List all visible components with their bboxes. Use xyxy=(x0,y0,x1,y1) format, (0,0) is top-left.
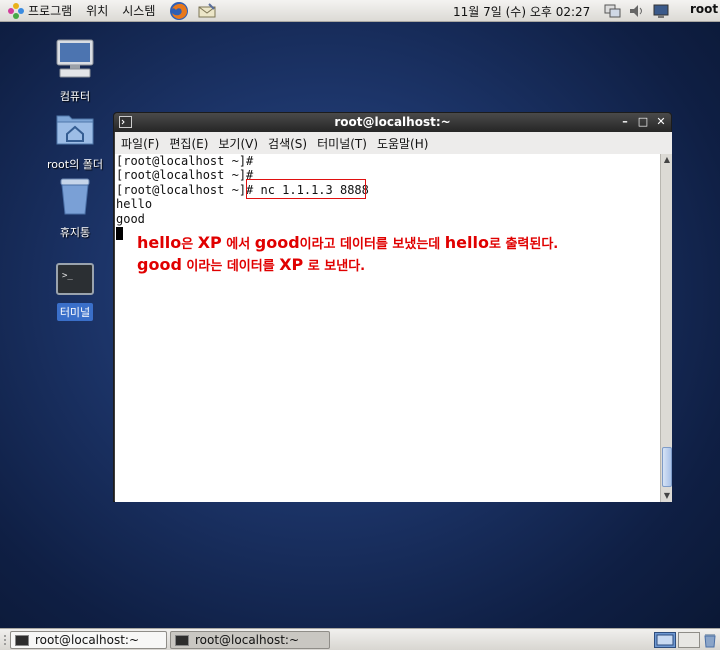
firefox-icon[interactable] xyxy=(169,1,189,21)
terminal-line: [root@localhost ~]# nc 1.1.1.3 8888 xyxy=(116,182,369,197)
annotation-keyword: XP xyxy=(197,233,222,252)
user-name[interactable]: root xyxy=(690,2,718,16)
mail-icon[interactable] xyxy=(197,1,217,21)
annotation-text: 이라는 데이터를 xyxy=(181,259,280,274)
command-highlight-box xyxy=(246,179,366,199)
annotation-text: 이라고 데이터를 보냈는데 xyxy=(299,237,445,252)
terminal-icon xyxy=(15,634,29,646)
menu-applications[interactable]: 프로그램 xyxy=(28,2,72,19)
terminal-line: hello xyxy=(116,197,153,212)
menu-edit[interactable]: 편집(E) xyxy=(169,135,208,152)
gnome-foot-icon[interactable] xyxy=(8,2,24,19)
desktop-label: 터미널 xyxy=(56,303,94,321)
desktop-label: 컴퓨터 xyxy=(59,90,91,103)
menu-file[interactable]: 파일(F) xyxy=(121,135,159,152)
terminal-output[interactable]: [root@localhost ~]# [root@localhost ~]# … xyxy=(115,154,660,502)
annotation-text: 에서 xyxy=(221,237,255,252)
annotation-keyword: XP xyxy=(279,255,304,274)
close-icon[interactable]: ✕ xyxy=(655,116,667,128)
annotation-keyword: hello xyxy=(444,233,489,252)
taskbar-label: root@localhost:~ xyxy=(35,633,140,647)
desktop-icon-terminal[interactable]: >_ 터미널 xyxy=(35,262,115,321)
panel-handle-icon xyxy=(4,635,6,645)
menu-view[interactable]: 보기(V) xyxy=(218,135,258,152)
scroll-down-icon[interactable]: ▼ xyxy=(661,490,673,502)
network-icon[interactable] xyxy=(604,3,622,19)
window-title: root@localhost:~ xyxy=(334,115,451,129)
workspace-2-icon[interactable] xyxy=(678,632,700,648)
volume-icon[interactable] xyxy=(628,3,646,19)
desktop-icon-home[interactable]: root의 폴더 xyxy=(35,108,115,173)
menu-search[interactable]: 검색(S) xyxy=(268,135,307,152)
window-titlebar[interactable]: root@localhost:~ – □ ✕ xyxy=(114,113,671,132)
trash-icon xyxy=(60,178,90,215)
desktop-label: 휴지통 xyxy=(59,226,91,239)
desktop-icon-trash[interactable]: 휴지통 xyxy=(35,176,115,241)
trash-applet-icon[interactable] xyxy=(702,632,718,648)
minimize-icon[interactable]: – xyxy=(619,116,631,128)
terminal-window[interactable]: root@localhost:~ – □ ✕ 파일(F) 편집(E) 보기(V)… xyxy=(113,112,672,502)
desktop-label: root의 폴더 xyxy=(47,158,103,171)
annotation-text: 로 보낸다. xyxy=(303,259,366,274)
display-icon[interactable] xyxy=(652,3,670,19)
taskbar-item[interactable]: root@localhost:~ xyxy=(10,631,167,649)
workspace-1-icon[interactable] xyxy=(654,632,676,648)
svg-text:>_: >_ xyxy=(62,271,73,281)
bottom-panel: root@localhost:~ root@localhost:~ xyxy=(0,628,720,650)
annotation-text: 은 xyxy=(181,237,198,252)
annotation-keyword: good xyxy=(137,255,182,274)
desktop-icon-computer[interactable]: 컴퓨터 xyxy=(35,38,115,105)
annotation-line-1: hello은 XP 에서 good이라고 데이터를 보냈는데 hello로 출력… xyxy=(137,233,558,252)
terminal-icon xyxy=(175,634,189,646)
scroll-thumb[interactable] xyxy=(662,447,672,487)
terminal-line: [root@localhost ~]# xyxy=(116,154,254,168)
annotation-line-2: good 이라는 데이터를 XP 로 보낸다. xyxy=(137,255,365,274)
computer-icon xyxy=(56,39,94,78)
menu-terminal[interactable]: 터미널(T) xyxy=(317,135,367,152)
taskbar-label: root@localhost:~ xyxy=(195,633,300,647)
scroll-up-icon[interactable]: ▲ xyxy=(661,154,673,166)
terminal-cursor xyxy=(116,226,123,240)
home-folder-icon xyxy=(56,115,94,145)
terminal-line: [root@localhost ~]# xyxy=(116,168,254,183)
top-panel: 프로그램 위치 시스템 11월 7일 (수) 오후 02:27 root xyxy=(0,0,720,22)
menu-help[interactable]: 도움말(H) xyxy=(377,135,429,152)
annotation-keyword: good xyxy=(254,233,300,252)
menu-places[interactable]: 위치 xyxy=(86,2,108,19)
terminal-scrollbar[interactable]: ▲ ▼ xyxy=(660,154,672,502)
annotation-keyword: hello xyxy=(137,233,182,252)
terminal-line: good xyxy=(116,211,145,226)
clock[interactable]: 11월 7일 (수) 오후 02:27 xyxy=(453,3,590,20)
taskbar-item-active[interactable]: root@localhost:~ xyxy=(170,631,330,649)
maximize-icon[interactable]: □ xyxy=(637,116,649,128)
annotation-text: 로 출력된다. xyxy=(488,237,559,252)
menu-system[interactable]: 시스템 xyxy=(122,2,155,19)
terminal-icon: >_ xyxy=(56,263,94,295)
terminal-menubar: 파일(F) 편집(E) 보기(V) 검색(S) 터미널(T) 도움말(H) xyxy=(115,132,672,154)
